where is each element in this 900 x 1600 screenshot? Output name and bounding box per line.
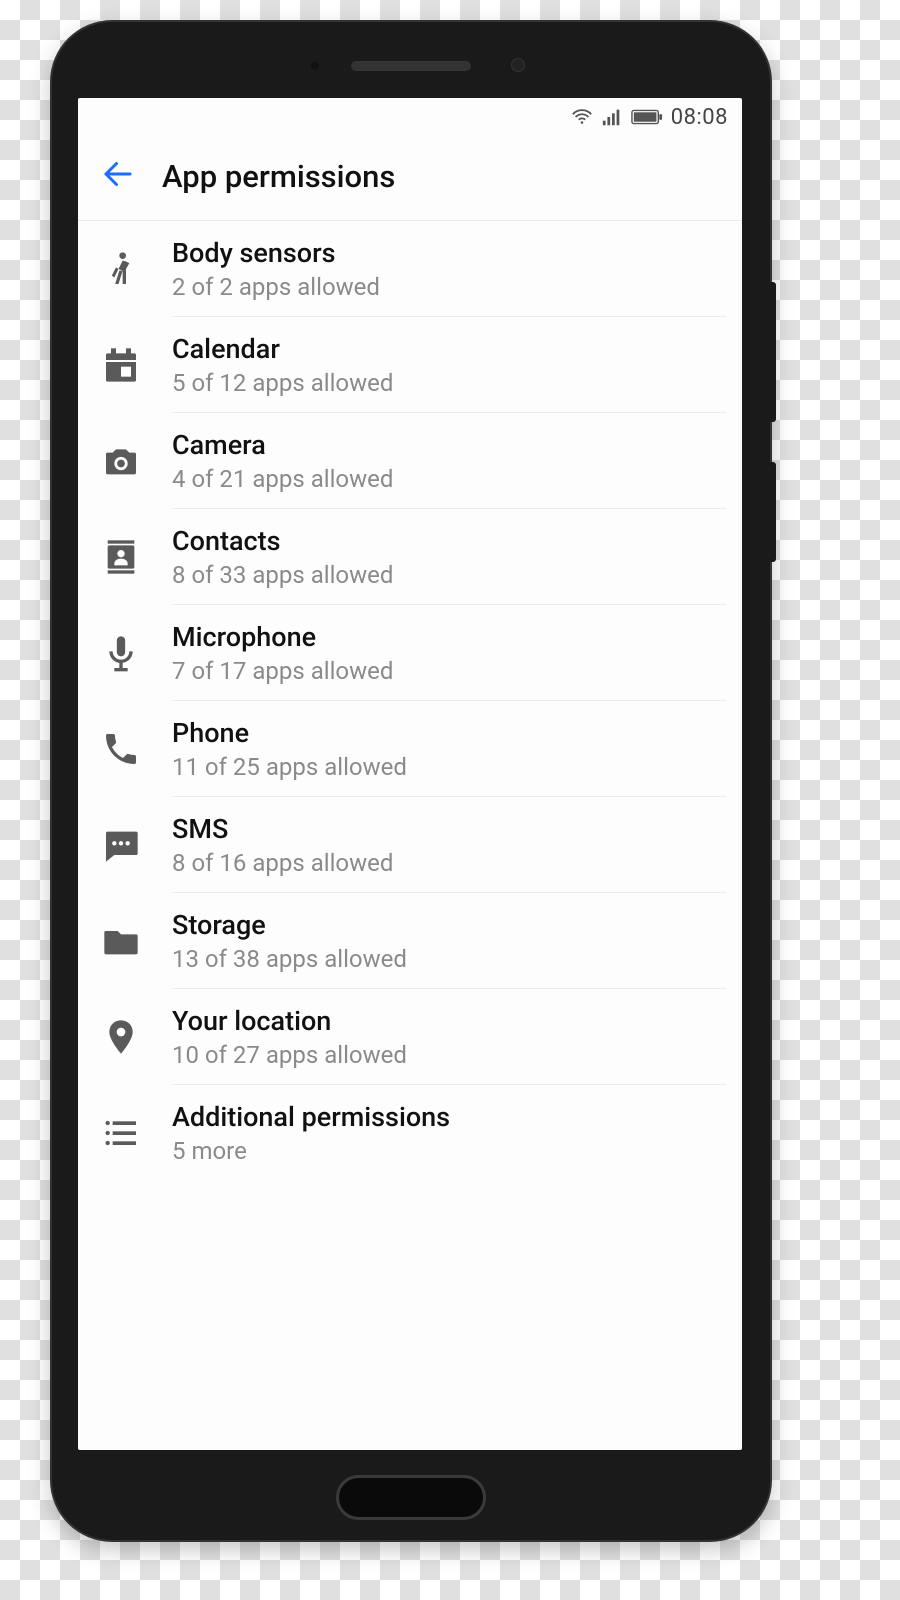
- permission-title: Calendar: [172, 333, 393, 365]
- screen: 08:08 App permissions: [78, 98, 742, 1450]
- phone-speaker: [351, 61, 471, 71]
- permission-row-location[interactable]: Your location 10 of 27 apps allowed: [94, 989, 726, 1085]
- permission-row-calendar[interactable]: Calendar 5 of 12 apps allowed: [94, 317, 726, 413]
- permission-subtitle: 13 of 38 apps allowed: [172, 945, 407, 973]
- body-sensors-icon: [98, 246, 144, 292]
- permission-row-contacts[interactable]: Contacts 8 of 33 apps allowed: [94, 509, 726, 605]
- permission-title: Additional permissions: [172, 1101, 450, 1133]
- phone-icon: [98, 726, 144, 772]
- permission-row-additional[interactable]: Additional permissions 5 more: [94, 1085, 726, 1181]
- permission-row-microphone[interactable]: Microphone 7 of 17 apps allowed: [94, 605, 726, 701]
- permission-subtitle: 5 more: [172, 1137, 450, 1165]
- permission-subtitle: 8 of 16 apps allowed: [172, 849, 393, 877]
- permission-title: Microphone: [172, 621, 393, 653]
- permission-row-phone[interactable]: Phone 11 of 25 apps allowed: [94, 701, 726, 797]
- list-icon: [98, 1110, 144, 1156]
- page-title: App permissions: [162, 158, 395, 195]
- phone-frame: 08:08 App permissions: [52, 22, 770, 1540]
- back-button[interactable]: [96, 152, 140, 200]
- permission-title: Storage: [172, 909, 407, 941]
- permission-subtitle: 7 of 17 apps allowed: [172, 657, 393, 685]
- phone-sensor: [311, 62, 319, 70]
- location-icon: [98, 1014, 144, 1060]
- permission-title: Your location: [172, 1005, 407, 1037]
- permission-title: Contacts: [172, 525, 393, 557]
- battery-icon: [631, 109, 663, 125]
- permission-title: Camera: [172, 429, 393, 461]
- status-time: 08:08: [671, 105, 728, 130]
- power-button: [770, 462, 776, 562]
- volume-button: [770, 282, 776, 422]
- camera-icon: [98, 438, 144, 484]
- phone-front-camera: [511, 58, 525, 72]
- header: App permissions: [78, 136, 742, 221]
- microphone-icon: [98, 630, 144, 676]
- sms-icon: [98, 822, 144, 868]
- permission-title: Body sensors: [172, 237, 380, 269]
- permission-row-storage[interactable]: Storage 13 of 38 apps allowed: [94, 893, 726, 989]
- permission-subtitle: 10 of 27 apps allowed: [172, 1041, 407, 1069]
- wifi-icon: [571, 106, 593, 128]
- permission-subtitle: 2 of 2 apps allowed: [172, 273, 380, 301]
- signal-icon: [601, 106, 623, 128]
- permission-row-camera[interactable]: Camera 4 of 21 apps allowed: [94, 413, 726, 509]
- permission-subtitle: 5 of 12 apps allowed: [172, 369, 393, 397]
- storage-icon: [98, 918, 144, 964]
- permission-row-sms[interactable]: SMS 8 of 16 apps allowed: [94, 797, 726, 893]
- permission-subtitle: 11 of 25 apps allowed: [172, 753, 407, 781]
- contacts-icon: [98, 534, 144, 580]
- status-bar: 08:08: [78, 98, 742, 136]
- calendar-icon: [98, 342, 144, 388]
- permission-title: SMS: [172, 813, 393, 845]
- permission-subtitle: 4 of 21 apps allowed: [172, 465, 393, 493]
- home-button[interactable]: [336, 1475, 486, 1520]
- permission-list: Body sensors 2 of 2 apps allowed Calenda…: [78, 221, 742, 1450]
- permission-row-body-sensors[interactable]: Body sensors 2 of 2 apps allowed: [94, 221, 726, 317]
- permission-subtitle: 8 of 33 apps allowed: [172, 561, 393, 589]
- permission-title: Phone: [172, 717, 407, 749]
